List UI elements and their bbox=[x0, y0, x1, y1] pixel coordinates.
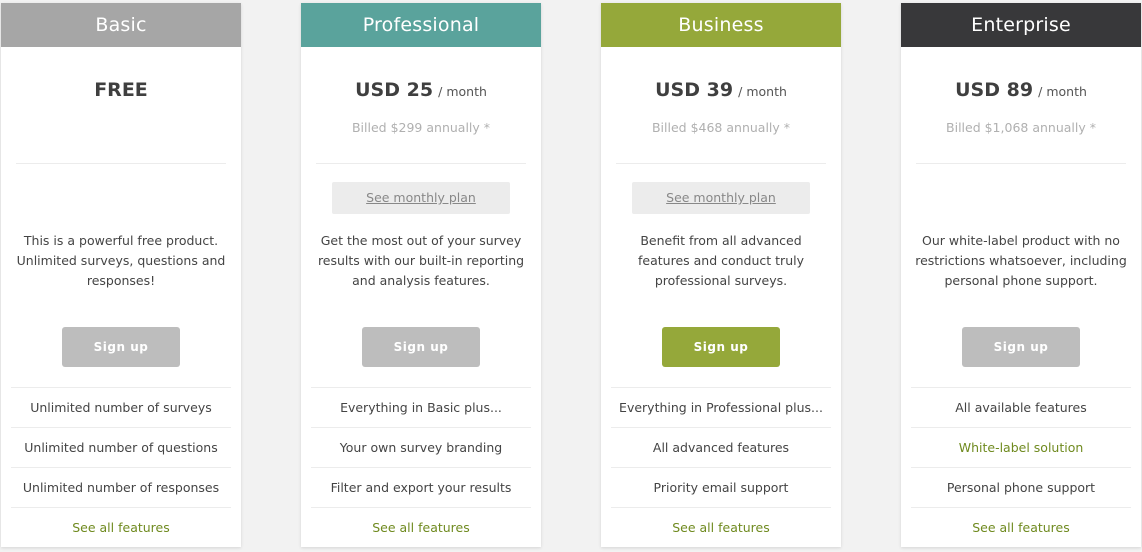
feature-item: Unlimited number of surveys bbox=[11, 387, 231, 427]
plan-card-enterprise: Enterprise USD 89 / month Billed $1,068 … bbox=[901, 3, 1141, 547]
billed-annually-note: Billed $299 annually * bbox=[351, 120, 491, 135]
price-amount: USD 89 bbox=[955, 79, 1034, 101]
billed-annually-note: Billed $1,068 annually * bbox=[946, 120, 1096, 135]
price: USD 89 / month bbox=[901, 79, 1141, 101]
feature-item: Personal phone support bbox=[911, 467, 1131, 507]
feature-list: Everything in Basic plus... Your own sur… bbox=[311, 387, 531, 547]
plan-description: Our white-label product with no restrict… bbox=[915, 233, 1127, 288]
price-period: / month bbox=[1038, 84, 1087, 99]
feature-item-highlighted: White-label solution bbox=[911, 427, 1131, 467]
plan-title: Enterprise bbox=[901, 3, 1141, 47]
divider bbox=[316, 163, 526, 164]
plan-title: Business bbox=[601, 3, 841, 47]
see-all-features-link[interactable]: See all features bbox=[611, 507, 831, 547]
feature-item: Filter and export your results bbox=[311, 467, 531, 507]
price-amount: USD 25 bbox=[355, 79, 434, 101]
plan-card-basic: Basic FREE This is a powerful free produ… bbox=[1, 3, 241, 547]
plan-title: Professional bbox=[301, 3, 541, 47]
price-period: / month bbox=[438, 84, 487, 99]
see-monthly-plan-button[interactable]: See monthly plan bbox=[332, 182, 510, 214]
price-amount: USD 39 bbox=[655, 79, 734, 101]
price: FREE bbox=[1, 79, 241, 101]
see-monthly-plan-button[interactable]: See monthly plan bbox=[632, 182, 810, 214]
price: USD 25 / month bbox=[301, 79, 541, 101]
plan-title: Basic bbox=[1, 3, 241, 47]
feature-item: All available features bbox=[911, 387, 1131, 427]
feature-item: Unlimited number of questions bbox=[11, 427, 231, 467]
feature-list: Unlimited number of surveys Unlimited nu… bbox=[11, 387, 231, 547]
price: USD 39 / month bbox=[601, 79, 841, 101]
see-all-features-link[interactable]: See all features bbox=[911, 507, 1131, 547]
feature-item: Your own survey branding bbox=[311, 427, 531, 467]
signup-button[interactable]: Sign up bbox=[662, 327, 780, 367]
feature-item: All advanced features bbox=[611, 427, 831, 467]
feature-item: Everything in Professional plus... bbox=[611, 387, 831, 427]
see-all-features-link[interactable]: See all features bbox=[311, 507, 531, 547]
feature-item: Priority email support bbox=[611, 467, 831, 507]
feature-list: Everything in Professional plus... All a… bbox=[611, 387, 831, 547]
plan-card-professional: Professional USD 25 / month Billed $299 … bbox=[301, 3, 541, 547]
see-all-features-link[interactable]: See all features bbox=[11, 507, 231, 547]
plan-description: Benefit from all advanced features and c… bbox=[638, 233, 804, 288]
divider bbox=[16, 163, 226, 164]
feature-item: Unlimited number of responses bbox=[11, 467, 231, 507]
divider bbox=[916, 163, 1126, 164]
signup-button[interactable]: Sign up bbox=[962, 327, 1080, 367]
plan-description: Get the most out of your survey results … bbox=[317, 233, 525, 288]
signup-button[interactable]: Sign up bbox=[362, 327, 480, 367]
price-period: / month bbox=[738, 84, 787, 99]
signup-button[interactable]: Sign up bbox=[62, 327, 180, 367]
price-amount: FREE bbox=[94, 79, 148, 101]
plan-card-business: Business USD 39 / month Billed $468 annu… bbox=[601, 3, 841, 547]
feature-item: Everything in Basic plus... bbox=[311, 387, 531, 427]
divider bbox=[616, 163, 826, 164]
feature-list: All available features White-label solut… bbox=[911, 387, 1131, 547]
billed-annually-note: Billed $468 annually * bbox=[651, 120, 791, 135]
plan-description: This is a powerful free product. Unlimit… bbox=[16, 233, 226, 288]
